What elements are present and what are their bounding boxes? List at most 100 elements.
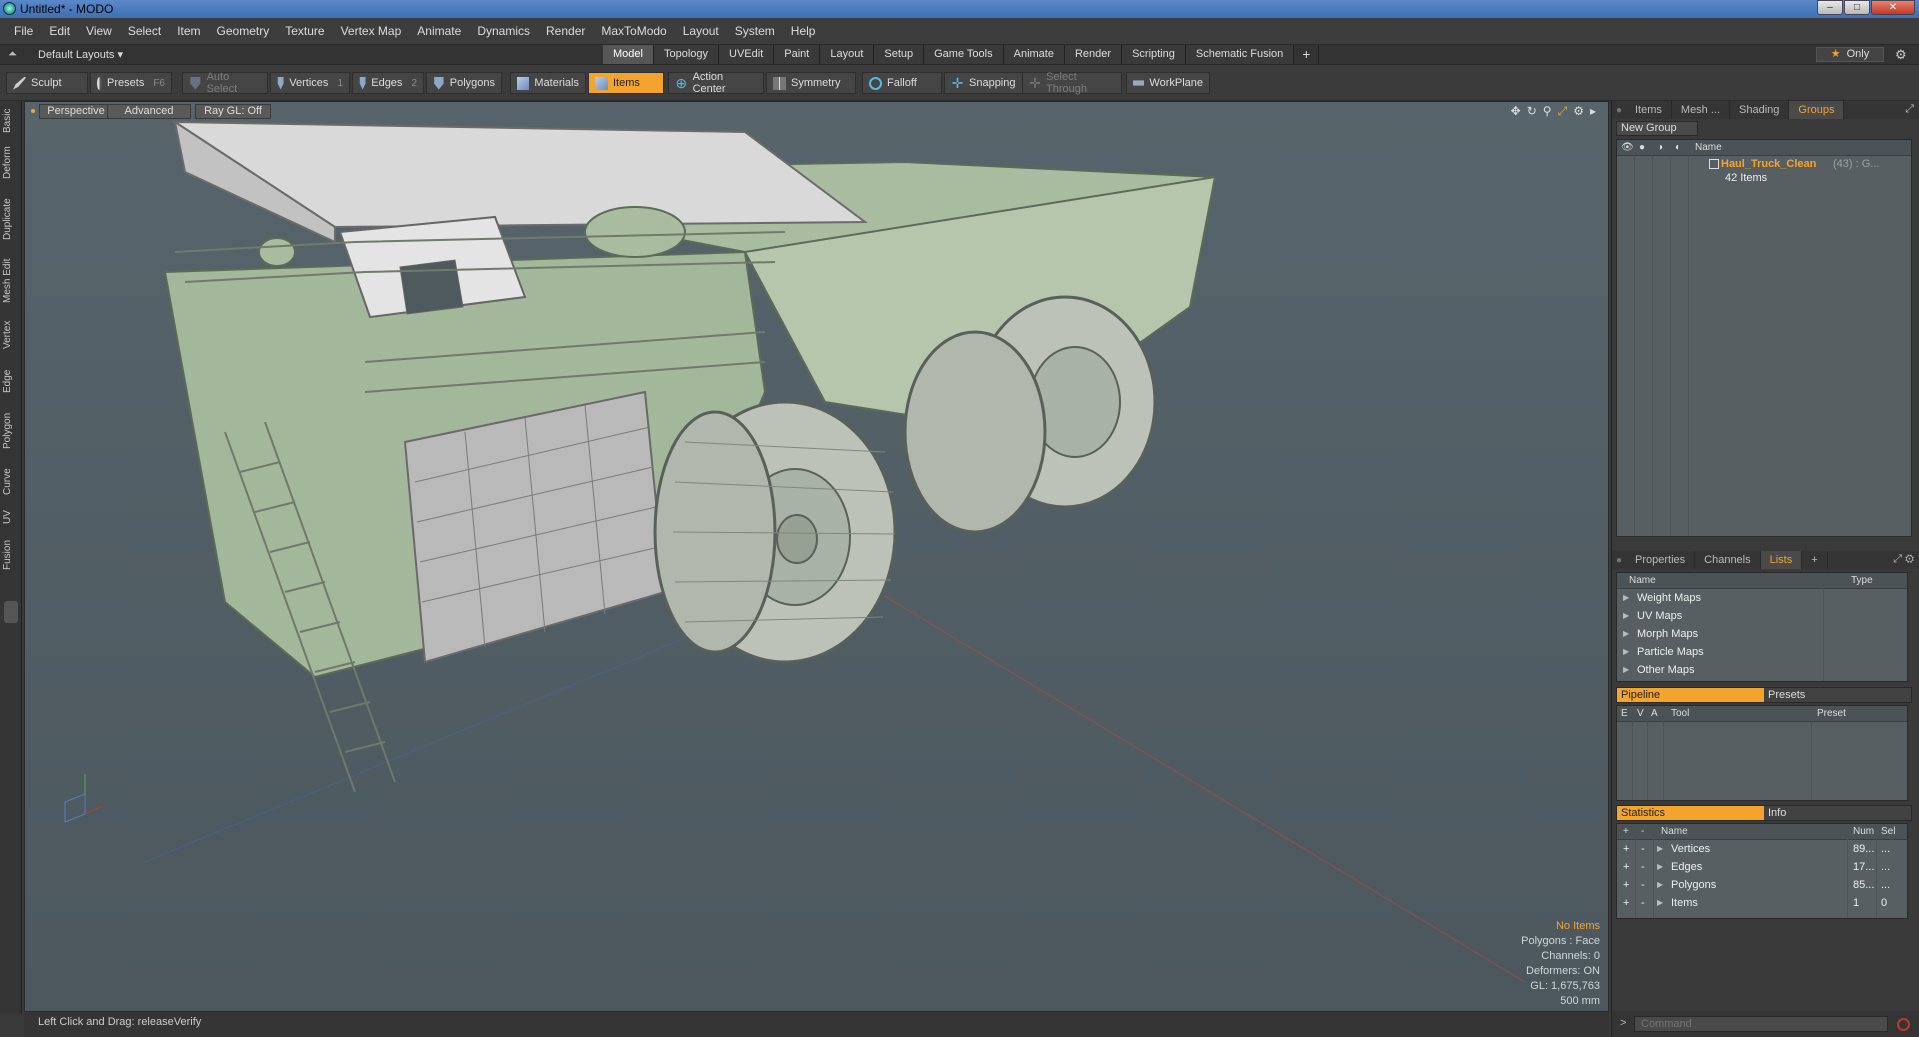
expand-arrow-icon[interactable]: ▶	[1623, 593, 1629, 602]
layout-selector[interactable]: Default Layouts ▾	[38, 48, 123, 61]
vtab-duplicate[interactable]: Duplicate	[2, 193, 20, 245]
falloff-button[interactable]: Falloff	[862, 72, 942, 94]
add-selection-button[interactable]: +	[1623, 843, 1629, 855]
expand-arrow-icon[interactable]: ▶	[1623, 629, 1629, 638]
tab-info[interactable]: Info	[1764, 806, 1911, 820]
remove-selection-button[interactable]: -	[1641, 897, 1645, 909]
tab-paint[interactable]: Paint	[774, 45, 821, 64]
list-item[interactable]: ▶ Morph Maps	[1617, 625, 1907, 643]
layout-arrow-icon[interactable]: ⏶	[8, 48, 17, 61]
tab-model[interactable]: Model	[603, 45, 654, 64]
zoom-icon[interactable]: ⚲	[1543, 104, 1552, 119]
items-button[interactable]: Items	[588, 72, 664, 94]
panel-menu-dot[interactable]: ●	[1612, 105, 1626, 116]
auto-select-button[interactable]: Auto Select	[182, 71, 268, 95]
workplane-button[interactable]: WorkPlane	[1126, 72, 1210, 94]
maximize-button[interactable]: □	[1844, 0, 1870, 15]
menu-maxtomodo[interactable]: MaxToModo	[593, 24, 674, 38]
view-mode-dropdown[interactable]: Perspective	[39, 104, 113, 119]
menu-system[interactable]: System	[727, 24, 783, 38]
tab-mesh[interactable]: Mesh ...	[1672, 101, 1731, 119]
action-center-button[interactable]: ⊕ Action Center	[668, 71, 764, 95]
tab-render[interactable]: Render	[1064, 45, 1123, 64]
menu-layout[interactable]: Layout	[675, 24, 727, 38]
tab-channels[interactable]: Channels	[1695, 551, 1761, 569]
vtab-vertex[interactable]: Vertex	[2, 315, 20, 355]
tab-shading[interactable]: Shading	[1730, 101, 1790, 119]
list-item[interactable]: ▶ Weight Maps	[1617, 589, 1907, 607]
raygl-toggle[interactable]: Ray GL: Off	[195, 104, 271, 119]
3d-viewport[interactable]: Perspective Advanced Ray GL: Off ✥ ↻ ⚲ ⤢…	[24, 101, 1609, 1012]
tab-topology[interactable]: Topology	[653, 45, 720, 64]
stop-icon[interactable]	[1897, 1018, 1910, 1031]
pan-icon[interactable]: ✥	[1511, 104, 1521, 119]
vtab-polygon[interactable]: Polygon	[2, 407, 20, 455]
tab-scripting[interactable]: Scripting	[1122, 45, 1186, 64]
viewport-gear-icon[interactable]: ⚙	[1573, 104, 1584, 119]
tab-statistics[interactable]: Statistics	[1617, 806, 1764, 820]
expand-arrow-icon[interactable]: ▶	[1657, 862, 1663, 871]
only-toggle[interactable]: ★ Only	[1816, 47, 1884, 62]
expand-arrow-icon[interactable]: ▶	[1657, 844, 1663, 853]
vtab-edge[interactable]: Edge	[2, 363, 20, 399]
panel-expand-icon[interactable]: ⤢	[1905, 103, 1914, 116]
symmetry-button[interactable]: Symmetry	[766, 72, 856, 94]
tab-setup[interactable]: Setup	[874, 45, 925, 64]
tab-uvedit[interactable]: UVEdit	[719, 45, 775, 64]
vtab-fusion[interactable]: Fusion	[2, 533, 20, 577]
menu-vertex-map[interactable]: Vertex Map	[333, 24, 410, 38]
tab-animate[interactable]: Animate	[1003, 45, 1065, 64]
select-through-button[interactable]: ✛ Select Through	[1022, 71, 1122, 95]
presets-button[interactable]: Presets F6	[90, 72, 172, 94]
sculpt-button[interactable]: Sculpt	[6, 72, 88, 94]
tab-lists[interactable]: Lists	[1760, 551, 1803, 569]
list-item[interactable]: ▶ Other Maps	[1617, 661, 1907, 679]
polygons-button[interactable]: Polygons	[426, 72, 502, 94]
close-button[interactable]: ✕	[1871, 0, 1915, 15]
mid-panel-menu-dot[interactable]: ●	[1612, 555, 1626, 566]
list-item[interactable]: ▶ UV Maps	[1617, 607, 1907, 625]
menu-select[interactable]: Select	[120, 24, 169, 38]
add-selection-button[interactable]: +	[1623, 861, 1629, 873]
vertices-button[interactable]: Vertices 1	[270, 72, 350, 94]
menu-file[interactable]: File	[6, 24, 41, 38]
tab-items[interactable]: Items	[1626, 101, 1672, 119]
group-row[interactable]: Haul_Truck_Clean (43) : G... 42 Items	[1617, 156, 1911, 186]
expand-arrow-icon[interactable]: ▶	[1657, 898, 1663, 907]
new-group-button[interactable]: New Group	[1616, 121, 1698, 136]
menu-geometry[interactable]: Geometry	[209, 24, 278, 38]
menu-edit[interactable]: Edit	[41, 24, 78, 38]
menu-texture[interactable]: Texture	[277, 24, 332, 38]
add-selection-button[interactable]: +	[1623, 879, 1629, 891]
tab-properties[interactable]: Properties	[1626, 551, 1696, 569]
add-panel-tab-button[interactable]: +	[1802, 551, 1828, 569]
gear-icon[interactable]: ⚙	[1895, 47, 1907, 63]
expand-arrow-icon[interactable]: ▶	[1657, 880, 1663, 889]
menu-help[interactable]: Help	[783, 24, 824, 38]
minimize-button[interactable]: –	[1817, 0, 1843, 15]
tab-groups[interactable]: Groups	[1789, 101, 1845, 119]
vtab-mesh-edit[interactable]: Mesh Edit	[2, 253, 20, 309]
expand-arrow-icon[interactable]: ▶	[1623, 611, 1629, 620]
tab-pipeline[interactable]: Pipeline	[1617, 688, 1764, 702]
left-tabs-scroll-knob[interactable]	[4, 601, 18, 623]
add-selection-button[interactable]: +	[1623, 897, 1629, 909]
shading-dropdown[interactable]: Advanced	[107, 104, 191, 119]
tab-game-tools[interactable]: Game Tools	[924, 45, 1004, 64]
viewport-more-icon[interactable]: ▸	[1590, 104, 1596, 119]
vtab-curve[interactable]: Curve	[2, 463, 20, 501]
remove-selection-button[interactable]: -	[1641, 879, 1645, 891]
menu-animate[interactable]: Animate	[409, 24, 469, 38]
add-tab-button[interactable]: +	[1294, 45, 1320, 64]
rotate-icon[interactable]: ↻	[1527, 104, 1537, 119]
remove-selection-button[interactable]: -	[1641, 861, 1645, 873]
menu-item[interactable]: Item	[169, 24, 208, 38]
remove-selection-button[interactable]: -	[1641, 843, 1645, 855]
tab-schematic-fusion[interactable]: Schematic Fusion	[1185, 45, 1295, 64]
tab-layout[interactable]: Layout	[820, 45, 875, 64]
tab-presets[interactable]: Presets	[1764, 688, 1911, 702]
vtab-basic[interactable]: Basic	[2, 105, 20, 137]
viewport-menu-dot[interactable]	[31, 109, 35, 113]
vtab-deform[interactable]: Deform	[2, 143, 20, 183]
vtab-uv[interactable]: UV	[2, 505, 20, 529]
